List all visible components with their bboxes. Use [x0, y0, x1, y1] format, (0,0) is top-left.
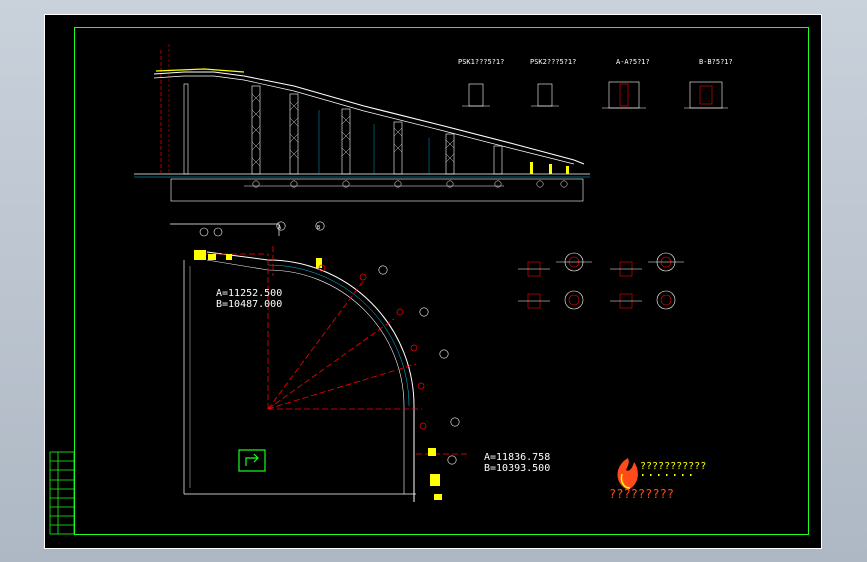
axis-mark-b: B	[317, 225, 320, 231]
company-dots	[642, 474, 692, 476]
north-arrow-icon	[238, 449, 266, 472]
title-block-strip	[49, 451, 75, 535]
section-details	[462, 81, 728, 109]
section-label-psk2: PSK2???5?1?	[530, 58, 576, 66]
plan-view	[170, 221, 468, 502]
coord-end-a: A=11836.758	[484, 452, 550, 463]
section-label-group: PSK1???5?1? PSK2???5?1? A-A?5?1? B-B?5?1…	[458, 58, 733, 66]
coord-start-b: B=10487.000	[216, 299, 282, 310]
plan-annotations: A=11252.500 B=10487.000 A=11836.758 B=10…	[216, 225, 550, 474]
section-label-aa: A-A?5?1?	[616, 58, 650, 66]
coord-start-a: A=11252.500	[216, 288, 282, 299]
elevation-view	[134, 44, 590, 202]
node-details	[518, 252, 684, 310]
drawing-canvas[interactable]: PSK1???5?1? PSK2???5?1? A-A?5?1? B-B?5?1…	[44, 14, 822, 549]
axis-mark-a: A	[278, 225, 281, 231]
cad-drawing: PSK1???5?1? PSK2???5?1? A-A?5?1? B-B?5?1…	[49, 44, 733, 535]
company-logo	[617, 458, 638, 490]
section-label-psk1: PSK1???5?1?	[458, 58, 504, 66]
footer-text: ?????????	[609, 487, 674, 501]
coord-end-b: B=10393.500	[484, 463, 550, 474]
section-label-bb: B-B?5?1?	[699, 58, 733, 66]
company-name-line: ???????????	[640, 461, 706, 472]
